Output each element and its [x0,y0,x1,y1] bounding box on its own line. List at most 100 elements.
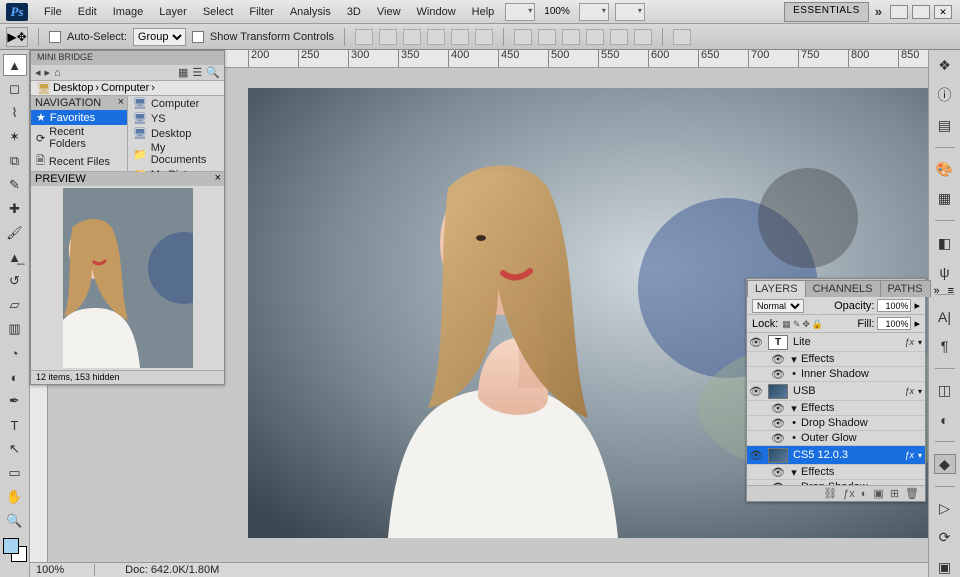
swatches-panel-icon[interactable]: ▤ [934,115,956,134]
list-item[interactable]: 🖥YS [128,111,224,126]
eraser-tool[interactable]: ▱ [3,294,27,316]
launch-bridge-dropdown[interactable] [505,3,535,21]
layers-panel[interactable]: LAYERS CHANNELS PATHS » ≡ Normal Opacity… [746,278,926,502]
panel-menu-icon[interactable]: ≡ [944,285,958,297]
menu-help[interactable]: Help [464,6,503,18]
blend-mode-select[interactable]: Normal [752,299,804,313]
mini-bridge-breadcrumbs[interactable]: 🖥 Desktop › Computer › [31,81,224,96]
maximize-icon[interactable] [912,5,930,19]
mb-back-icon[interactable]: ◂ [35,66,41,79]
mb-forward-icon[interactable]: ▸ [45,66,51,79]
effect-item[interactable]: 👁•Outer Glow [747,431,925,446]
gradient-tool[interactable]: ▥ [3,318,27,340]
arrange-documents-dropdown[interactable] [615,3,645,21]
new-layer-icon[interactable]: ⊞ [890,487,899,500]
fx-badge[interactable]: ƒx [904,386,918,396]
visibility-toggle[interactable]: 👁 [747,385,765,398]
align-icon[interactable] [451,29,469,45]
type-tool[interactable]: T [3,414,27,436]
link-layers-icon[interactable]: ⛓ [823,487,837,500]
layer-name[interactable]: Lite [791,336,904,348]
navigator-panel-icon[interactable]: ◫ [934,381,956,400]
layer-name[interactable]: CS5 12.0.3 [791,449,904,461]
zoom-level-display[interactable]: 100% [538,6,576,17]
fx-badge[interactable]: ƒx [904,450,918,460]
visibility-toggle[interactable]: 👁 [769,353,787,366]
menu-window[interactable]: Window [409,6,464,18]
effect-item[interactable]: 👁•Inner Shadow [747,367,925,382]
auto-align-icon[interactable] [673,29,691,45]
visibility-toggle[interactable]: 👁 [769,417,787,430]
lock-icons[interactable]: ▦✎✥🔒 [781,318,824,330]
character-panel-icon[interactable]: A| [934,307,956,326]
minimize-icon[interactable] [890,5,908,19]
opacity-input[interactable] [877,299,911,312]
path-selection-tool[interactable]: ↖ [3,438,27,460]
menu-view[interactable]: View [369,6,409,18]
auto-select-mode[interactable]: Group [133,28,186,46]
actions-panel-icon[interactable]: ▷ [934,499,956,518]
color-swatches[interactable] [3,538,27,562]
fx-badge[interactable]: ƒx [904,337,918,347]
3d-panel-icon[interactable]: ◆ [934,454,956,473]
chevron-down-icon[interactable]: ▾ [918,338,925,347]
menu-select[interactable]: Select [195,6,242,18]
foreground-swatch[interactable] [3,538,19,554]
distribute-icon[interactable] [634,29,652,45]
mb-search-icon[interactable]: 🔍 [206,66,220,79]
delete-layer-icon[interactable]: 🗑 [905,487,919,500]
distribute-icon[interactable] [514,29,532,45]
effects-row[interactable]: 👁▾Effects [747,352,925,367]
lasso-tool[interactable]: ⌇ [3,102,27,124]
breadcrumb-root[interactable]: Desktop [53,82,93,94]
close-icon[interactable]: × [215,172,221,184]
fill-input[interactable] [877,317,911,330]
align-icon[interactable] [403,29,421,45]
mb-up-icon[interactable]: ⌂ [54,67,61,79]
visibility-toggle[interactable]: 👁 [769,466,787,479]
brush-tool[interactable]: 🖌 [3,222,27,244]
close-icon[interactable]: ✕ [934,5,952,19]
align-icon[interactable] [475,29,493,45]
menu-3d[interactable]: 3D [339,6,369,18]
mb-view-icon[interactable]: ☰ [192,66,202,79]
dodge-tool[interactable]: ◐ [3,366,27,388]
distribute-icon[interactable] [538,29,556,45]
align-icon[interactable] [379,29,397,45]
effects-row[interactable]: 👁▾Effects [747,465,925,480]
nav-item[interactable]: 🗎Recent Files [31,151,127,172]
info-panel-icon[interactable]: ⓘ [934,85,956,105]
color-panel-icon[interactable]: ❖ [934,56,956,75]
adjustments-panel-icon[interactable]: ▦ [934,189,956,208]
stamp-tool[interactable]: ▲̲ [3,246,27,268]
zoom-tool[interactable]: 🔍 [3,510,27,532]
list-item[interactable]: 📁My Documents [128,141,224,167]
breadcrumb-folder[interactable]: Computer [101,82,149,94]
marquee-tool[interactable]: ◻ [3,78,27,100]
close-icon[interactable]: × [118,96,124,108]
layer-name[interactable]: USB [791,385,904,397]
distribute-icon[interactable] [610,29,628,45]
visibility-toggle[interactable]: 👁 [769,402,787,415]
collapse-panels-icon[interactable]: » [869,4,888,19]
chevron-down-icon[interactable]: ▾ [918,387,925,396]
distribute-icon[interactable] [586,29,604,45]
eyedropper-tool[interactable]: ✎ [3,174,27,196]
move-tool-icon[interactable]: ▶✥ [6,27,28,47]
menu-edit[interactable]: Edit [70,6,105,18]
layer-row[interactable]: 👁TLiteƒx▾ [747,333,925,352]
wand-tool[interactable]: ✶ [3,126,27,148]
visibility-toggle[interactable]: 👁 [769,432,787,445]
layer-style-icon[interactable]: ƒx [843,488,855,500]
mb-view-icon[interactable]: ▦ [178,66,188,79]
layer-mask-icon[interactable]: ◐ [861,488,868,500]
hand-tool[interactable]: ✋ [3,486,27,508]
menu-file[interactable]: File [36,6,70,18]
show-transform-checkbox[interactable] [192,31,204,43]
move-tool[interactable]: ▲ [3,54,27,76]
mini-bridge-tab[interactable]: MINI BRIDGE [31,51,224,65]
history-panel-icon[interactable]: ⟳ [934,528,956,547]
distribute-icon[interactable] [562,29,580,45]
layer-row[interactable]: 👁 USBƒx▾ [747,382,925,401]
chevrons-icon[interactable]: » [930,285,944,297]
